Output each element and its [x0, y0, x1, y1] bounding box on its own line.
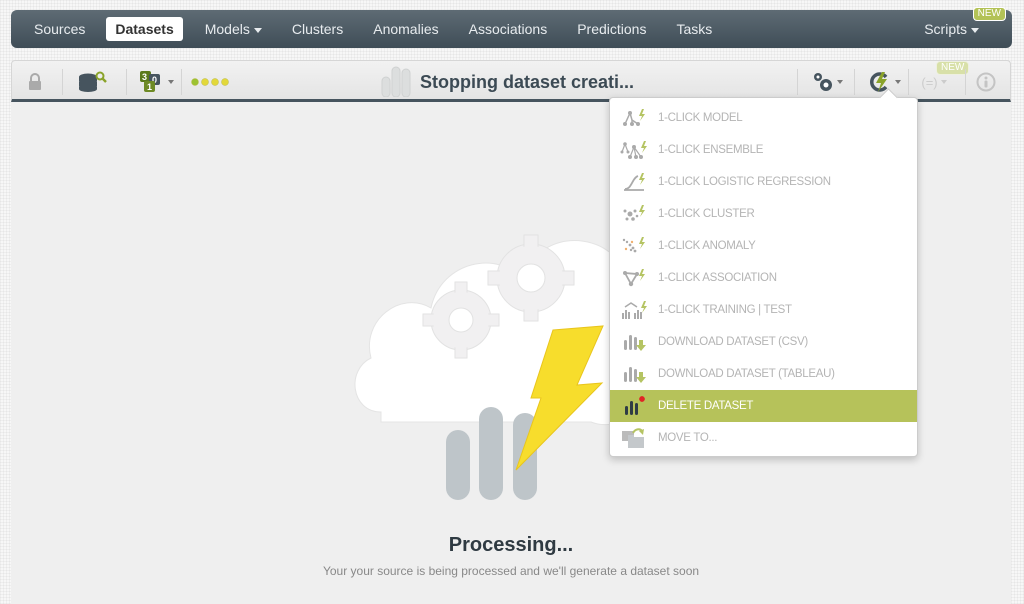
one-click-dropdown-menu: 1-CLICK MODEL 1-CLICK ENSEMBLE 1-CLICK L…: [609, 97, 918, 457]
processing-subtitle: Your your source is being processed and …: [322, 564, 700, 578]
toolbar-divider: [181, 69, 182, 95]
chevron-down-icon: [836, 80, 843, 84]
delete-dataset-icon: [620, 394, 650, 418]
training-test-icon: [620, 298, 650, 322]
nav-anomalies[interactable]: Anomalies: [358, 17, 453, 41]
menu-item-move-to[interactable]: MOVE TO...: [610, 422, 917, 454]
menu-item-label: 1-CLICK MODEL: [658, 112, 743, 124]
menu-item-1-click-model[interactable]: 1-CLICK MODEL: [610, 102, 917, 134]
menu-item-1-click-ensemble[interactable]: 1-CLICK ENSEMBLE: [610, 134, 917, 166]
chevron-down-icon: [894, 80, 901, 84]
whizzml-icon[interactable]: (=) NEW: [916, 61, 970, 95]
anomaly-icon: [620, 234, 650, 258]
menu-item-label: 1-CLICK LOGISTIC REGRESSION: [658, 176, 831, 188]
toolbar-divider: [965, 69, 966, 95]
nav-models[interactable]: Models: [190, 17, 277, 41]
processing-title: Processing...: [448, 534, 574, 556]
toolbar-divider: [797, 69, 798, 95]
menu-item-download-csv[interactable]: DOWNLOAD DATASET (CSV): [610, 326, 917, 358]
menu-item-label: MOVE TO...: [658, 432, 718, 444]
nav-scripts[interactable]: Scripts NEW: [909, 7, 1006, 41]
configure-icon[interactable]: [807, 69, 847, 95]
field-types-icon[interactable]: 3 0 1: [136, 69, 176, 95]
move-folder-icon: [620, 426, 650, 450]
menu-item-1-click-training-test[interactable]: 1-CLICK TRAINING | TEST: [610, 294, 917, 326]
status-dot: [201, 78, 209, 86]
nav-datasets[interactable]: Datasets: [106, 17, 183, 41]
svg-text:3: 3: [142, 72, 147, 82]
lock-icon[interactable]: [24, 69, 46, 95]
info-icon[interactable]: [974, 69, 998, 95]
menu-item-1-click-anomaly[interactable]: 1-CLICK ANOMALY: [610, 230, 917, 262]
status-dot: [221, 78, 229, 86]
association-icon: [620, 266, 650, 290]
dataset-toolbar: 3 0 1 Stopping dataset creati... (=) NEW: [11, 60, 1011, 102]
menu-item-label: 1-CLICK ENSEMBLE: [658, 144, 764, 156]
one-click-actions-icon[interactable]: [862, 69, 904, 95]
chevron-down-icon: [253, 27, 262, 33]
status-dots-icon: [190, 69, 232, 95]
dataset-search-icon[interactable]: [76, 69, 110, 95]
svg-text:1: 1: [147, 82, 152, 92]
dataset-bars-icon: [380, 65, 414, 97]
nav-tasks[interactable]: Tasks: [661, 17, 727, 41]
nav-models-label: Models: [204, 21, 250, 37]
whizzml-glyph: (=): [921, 74, 938, 90]
menu-item-delete-dataset[interactable]: DELETE DATASET: [610, 390, 917, 422]
menu-item-download-tableau[interactable]: DOWNLOAD DATASET (TABLEAU): [610, 358, 917, 390]
dataset-title: Stopping dataset creati...: [420, 72, 635, 92]
nav-sources[interactable]: Sources: [19, 17, 100, 41]
status-dot: [211, 78, 219, 86]
main-navbar: Sources Datasets Models Clusters Anomali…: [11, 7, 1012, 48]
menu-item-1-click-association[interactable]: 1-CLICK ASSOCIATION: [610, 262, 917, 294]
chevron-down-icon: [167, 80, 174, 84]
menu-item-label: 1-CLICK ANOMALY: [658, 240, 756, 252]
menu-item-label: 1-CLICK ASSOCIATION: [658, 272, 777, 284]
toolbar-divider: [126, 69, 127, 95]
cluster-icon: [620, 202, 650, 226]
new-badge: NEW: [972, 7, 1006, 21]
nav-associations[interactable]: Associations: [454, 17, 563, 41]
nav-clusters[interactable]: Clusters: [277, 17, 358, 41]
menu-item-label: DELETE DATASET: [658, 400, 754, 412]
toolbar-divider: [908, 69, 909, 95]
menu-item-label: 1-CLICK TRAINING | TEST: [658, 304, 792, 316]
ensemble-icon: [620, 138, 650, 162]
menu-item-label: DOWNLOAD DATASET (TABLEAU): [658, 368, 835, 380]
download-icon: [620, 362, 650, 386]
toolbar-divider: [854, 69, 855, 95]
menu-item-label: DOWNLOAD DATASET (CSV): [658, 336, 808, 348]
model-icon: [620, 106, 650, 130]
nav-predictions[interactable]: Predictions: [562, 17, 661, 41]
chevron-down-icon: [971, 27, 979, 33]
nav-scripts-label: Scripts: [924, 21, 967, 37]
menu-item-1-click-cluster[interactable]: 1-CLICK CLUSTER: [610, 198, 917, 230]
menu-item-label: 1-CLICK CLUSTER: [658, 208, 755, 220]
download-icon: [620, 330, 650, 354]
menu-item-1-click-logistic-regression[interactable]: 1-CLICK LOGISTIC REGRESSION: [610, 166, 917, 198]
status-dot: [191, 78, 199, 86]
toolbar-divider: [62, 69, 63, 95]
processing-illustration: [354, 234, 641, 500]
logistic-regression-icon: [620, 170, 650, 194]
chevron-down-icon: [940, 80, 947, 84]
